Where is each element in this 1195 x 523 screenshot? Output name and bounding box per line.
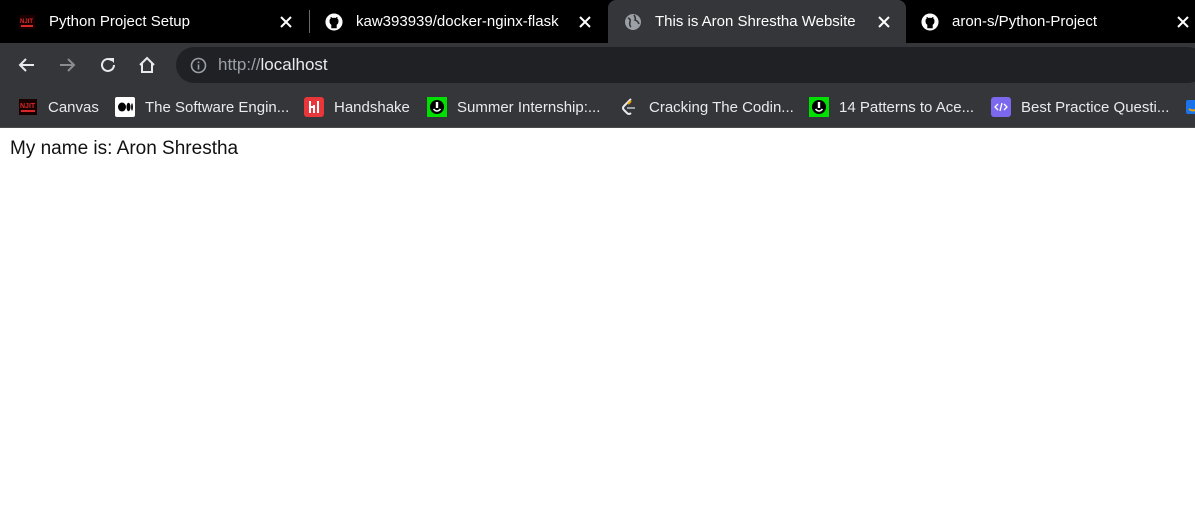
- page-text: My name is: Aron Shrestha: [10, 138, 239, 159]
- bookmark-overflow[interactable]: [1181, 87, 1195, 127]
- bookmark-label: Cracking The Codin...: [649, 98, 794, 116]
- njit-logo-icon: NJIT: [18, 13, 36, 31]
- tab-title: aron-s/Python-Project: [952, 13, 1098, 30]
- bookmark-canvas[interactable]: NJIT Canvas: [18, 87, 99, 127]
- home-icon[interactable]: [135, 53, 159, 77]
- tab-title: Python Project Setup: [49, 13, 190, 30]
- url-scheme: http://: [218, 55, 261, 74]
- bookmark-best-practice[interactable]: Best Practice Questi...: [991, 87, 1169, 127]
- bookmark-cracking-coding[interactable]: Cracking The Codin...: [619, 87, 794, 127]
- tab-python-project-repo[interactable]: aron-s/Python-Project: [906, 0, 1195, 43]
- njit-logo-icon: NJIT: [18, 97, 38, 117]
- github-icon: [325, 12, 343, 31]
- bookmark-software-engineer[interactable]: The Software Engin...: [115, 87, 289, 127]
- medium-icon: [115, 97, 135, 117]
- back-arrow-icon[interactable]: [15, 53, 39, 77]
- bookmark-label: Best Practice Questi...: [1021, 98, 1170, 116]
- bookmark-summer-internship[interactable]: Summer Internship:...: [427, 87, 600, 127]
- leetcode-icon: [619, 97, 639, 117]
- tab-title: This is Aron Shrestha Website: [655, 13, 856, 30]
- tab-docker-nginx-flask[interactable]: kaw393939/docker-nginx-flask: [310, 0, 607, 43]
- close-icon[interactable]: [276, 12, 296, 32]
- page-content: My name is: Aron Shrestha: [0, 128, 1195, 170]
- address-bar[interactable]: http://localhost: [176, 47, 1195, 83]
- green-app-icon: [427, 97, 447, 117]
- tab-aron-shrestha-website[interactable]: This is Aron Shrestha Website: [608, 0, 906, 43]
- svg-text:NJIT: NJIT: [20, 103, 36, 110]
- reload-icon[interactable]: [96, 53, 120, 77]
- globe-icon: [624, 13, 642, 31]
- app-icon: [1181, 97, 1195, 117]
- code-icon: [991, 97, 1011, 117]
- svg-text:NJIT: NJIT: [20, 19, 33, 25]
- forward-arrow-icon[interactable]: [55, 53, 79, 77]
- bookmark-label: 14 Patterns to Ace...: [839, 98, 975, 116]
- green-app-icon: [809, 97, 829, 117]
- url-text: http://localhost: [218, 55, 328, 75]
- tab-title: kaw393939/docker-nginx-flask: [356, 13, 559, 30]
- bookmark-14-patterns[interactable]: 14 Patterns to Ace...: [809, 87, 974, 127]
- bookmarks-bar: NJIT Canvas The Software Engin... Handsh…: [0, 87, 1195, 128]
- github-icon: [921, 12, 939, 31]
- bookmark-label: Handshake: [334, 98, 410, 116]
- tab-python-project-setup[interactable]: NJIT Python Project Setup: [0, 0, 308, 43]
- close-icon[interactable]: [1173, 12, 1193, 32]
- bookmark-label: The Software Engin...: [145, 98, 290, 116]
- close-icon[interactable]: [575, 12, 595, 32]
- toolbar: http://localhost: [0, 43, 1195, 87]
- url-host: localhost: [260, 55, 328, 74]
- close-icon[interactable]: [874, 12, 894, 32]
- tab-strip: NJIT Python Project Setup kaw393939/dock…: [0, 0, 1195, 43]
- info-icon[interactable]: [189, 56, 207, 74]
- bookmark-handshake[interactable]: Handshake: [304, 87, 410, 127]
- handshake-icon: [304, 97, 324, 117]
- bookmark-label: Summer Internship:...: [457, 98, 601, 116]
- browser-window: NJIT Python Project Setup kaw393939/dock…: [0, 0, 1195, 523]
- bookmark-label: Canvas: [48, 98, 99, 116]
